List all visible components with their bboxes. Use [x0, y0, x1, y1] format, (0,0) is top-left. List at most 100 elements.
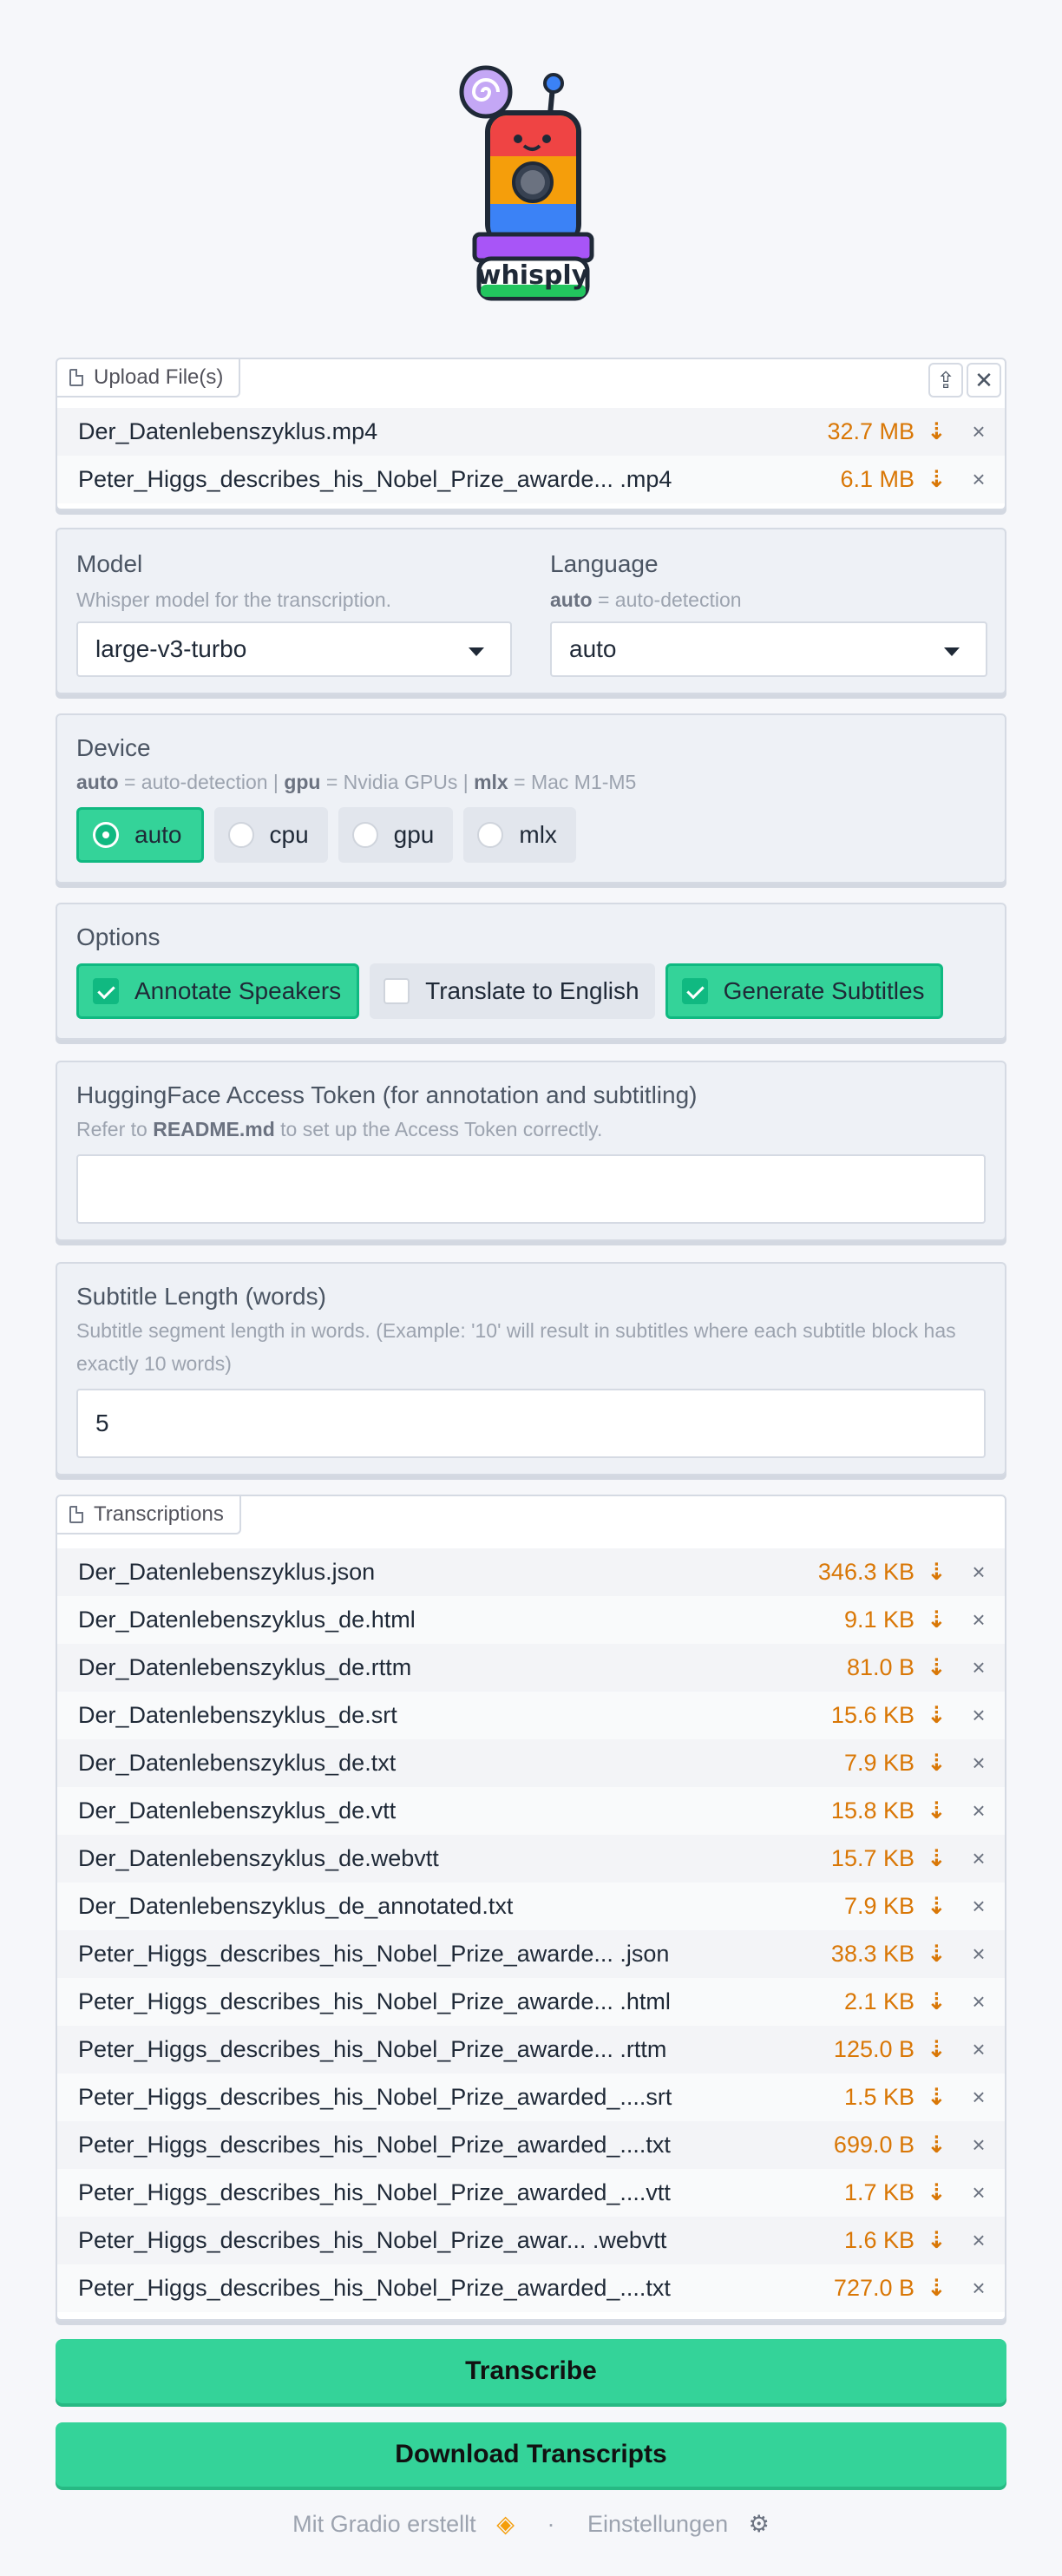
device-radio-auto[interactable]: auto: [76, 807, 204, 863]
file-row[interactable]: Peter_Higgs_describes_his_Nobel_Prize_aw…: [57, 456, 1005, 503]
file-name[interactable]: Der_Datenlebenszyklus_de.rttm: [78, 1654, 847, 1681]
remove-icon[interactable]: ×: [970, 2275, 987, 2302]
file-row[interactable]: Der_Datenlebenszyklus_de.srt 15.6 KB ⇣ ×: [57, 1692, 1005, 1739]
file-row[interactable]: Der_Datenlebenszyklus_de.html 9.1 KB ⇣ ×: [57, 1596, 1005, 1644]
checkbox-generate-subtitles[interactable]: Generate Subtitles: [665, 963, 943, 1019]
file-name[interactable]: Der_Datenlebenszyklus.json: [78, 1559, 818, 1586]
model-dropdown[interactable]: large-v3-turbo: [76, 621, 512, 677]
transcribe-button[interactable]: Transcribe: [56, 2339, 1006, 2403]
file-name[interactable]: Der_Datenlebenszyklus.mp4: [78, 418, 827, 445]
file-row[interactable]: Peter_Higgs_describes_his_Nobel_Prize_aw…: [57, 2169, 1005, 2217]
device-radio-mlx[interactable]: mlx: [463, 807, 576, 863]
file-row[interactable]: Der_Datenlebenszyklus_de_annotated.txt 7.…: [57, 1883, 1005, 1930]
download-icon[interactable]: ⇣: [927, 1559, 947, 1586]
gradio-link[interactable]: Mit Gradio erstellt ◈: [285, 2511, 521, 2537]
download-icon[interactable]: ⇣: [927, 418, 947, 445]
file-row[interactable]: Peter_Higgs_describes_his_Nobel_Prize_aw…: [57, 1930, 1005, 1978]
file-name[interactable]: Peter_Higgs_describes_his_Nobel_Prize_aw…: [78, 2275, 834, 2302]
checkbox-translate-to-english[interactable]: Translate to English: [370, 963, 655, 1019]
download-icon[interactable]: ⇣: [927, 1750, 947, 1777]
upload-icon[interactable]: ⇪: [928, 363, 963, 398]
download-icon[interactable]: ⇣: [927, 1845, 947, 1872]
file-name[interactable]: Peter_Higgs_describes_his_Nobel_Prize_aw…: [78, 2084, 844, 2111]
file-name[interactable]: Der_Datenlebenszyklus_de.html: [78, 1607, 844, 1633]
remove-icon[interactable]: ×: [970, 1702, 987, 1729]
file-name[interactable]: Peter_Higgs_describes_his_Nobel_Prize_aw…: [78, 2179, 844, 2206]
download-transcripts-button[interactable]: Download Transcripts: [56, 2422, 1006, 2487]
file-size: 81.0 B: [846, 1654, 914, 1680]
download-icon[interactable]: ⇣: [927, 1893, 947, 1920]
file-name[interactable]: Der_Datenlebenszyklus_de.webvtt: [78, 1845, 831, 1872]
download-icon[interactable]: ⇣: [927, 1941, 947, 1968]
file-row[interactable]: Der_Datenlebenszyklus_de.webvtt 15.7 KB ⇣ ×: [57, 1835, 1005, 1883]
file-row[interactable]: Der_Datenlebenszyklus_de.rttm 81.0 B ⇣ ×: [57, 1644, 1005, 1692]
file-name[interactable]: Peter_Higgs_describes_his_Nobel_Prize_aw…: [78, 2227, 844, 2254]
settings-link[interactable]: Einstellungen ⚙: [580, 2511, 777, 2537]
file-name[interactable]: Peter_Higgs_describes_his_Nobel_Prize_aw…: [78, 1988, 844, 2015]
remove-icon[interactable]: ×: [970, 1893, 987, 1920]
download-icon[interactable]: ⇣: [927, 2132, 947, 2159]
remove-icon[interactable]: ×: [970, 1845, 987, 1872]
device-radio-cpu[interactable]: cpu: [213, 807, 328, 863]
file-row[interactable]: Peter_Higgs_describes_his_Nobel_Prize_aw…: [57, 2073, 1005, 2121]
checkbox-annotate-speakers[interactable]: Annotate Speakers: [76, 963, 360, 1019]
file-row[interactable]: Peter_Higgs_describes_his_Nobel_Prize_aw…: [57, 2121, 1005, 2169]
file-row[interactable]: Der_Datenlebenszyklus_de.txt 7.9 KB ⇣ ×: [57, 1739, 1005, 1787]
remove-icon[interactable]: ×: [970, 418, 987, 445]
file-name[interactable]: Der_Datenlebenszyklus_de_annotated.txt: [78, 1893, 844, 1920]
file-name[interactable]: Der_Datenlebenszyklus_de.srt: [78, 1702, 831, 1729]
remove-icon[interactable]: ×: [970, 2227, 987, 2254]
file-row[interactable]: Peter_Higgs_describes_his_Nobel_Prize_aw…: [57, 2264, 1005, 2312]
file-size: 125.0 B: [833, 2036, 914, 2062]
file-row[interactable]: Der_Datenlebenszyklus.json 346.3 KB ⇣ ×: [57, 1548, 1005, 1596]
checkbox-label: Generate Subtitles: [723, 977, 925, 1004]
download-icon[interactable]: ⇣: [927, 2275, 947, 2302]
device-block: Device auto = auto-detection | gpu = Nvi…: [56, 713, 1006, 884]
file-row[interactable]: Der_Datenlebenszyklus_de.vtt 15.8 KB ⇣ ×: [57, 1787, 1005, 1835]
file-row[interactable]: Peter_Higgs_describes_his_Nobel_Prize_aw…: [57, 1978, 1005, 2026]
download-icon[interactable]: ⇣: [927, 466, 947, 493]
file-name[interactable]: Peter_Higgs_describes_his_Nobel_Prize_aw…: [78, 1941, 831, 1968]
clear-icon[interactable]: ✕: [967, 363, 1001, 398]
remove-icon[interactable]: ×: [970, 466, 987, 493]
file-row[interactable]: Peter_Higgs_describes_his_Nobel_Prize_aw…: [57, 2026, 1005, 2073]
file-row[interactable]: Der_Datenlebenszyklus.mp4 32.7 MB ⇣ ×: [57, 408, 1005, 456]
download-icon[interactable]: ⇣: [927, 2084, 947, 2111]
remove-icon[interactable]: ×: [970, 2084, 987, 2111]
remove-icon[interactable]: ×: [970, 2132, 987, 2159]
download-icon[interactable]: ⇣: [927, 1607, 947, 1633]
file-row[interactable]: Peter_Higgs_describes_his_Nobel_Prize_aw…: [57, 2217, 1005, 2264]
file-name[interactable]: Peter_Higgs_describes_his_Nobel_Prize_aw…: [78, 466, 840, 493]
transcriptions-component: Transcriptions Der_Datenlebenszyklus.jso…: [56, 1495, 1006, 2321]
remove-icon[interactable]: ×: [970, 1607, 987, 1633]
radio-label: mlx: [519, 821, 557, 848]
subtitle-length-input[interactable]: 5: [76, 1389, 986, 1458]
download-icon[interactable]: ⇣: [927, 1702, 947, 1729]
download-icon[interactable]: ⇣: [927, 1654, 947, 1681]
file-name[interactable]: Peter_Higgs_describes_his_Nobel_Prize_aw…: [78, 2132, 834, 2159]
device-radio-gpu[interactable]: gpu: [338, 807, 454, 863]
remove-icon[interactable]: ×: [970, 1988, 987, 2015]
file-name[interactable]: Der_Datenlebenszyklus_de.vtt: [78, 1797, 831, 1824]
download-icon[interactable]: ⇣: [927, 1988, 947, 2015]
download-icon[interactable]: ⇣: [927, 1797, 947, 1824]
upload-file-component[interactable]: Upload File(s) ⇪ ✕ Der_Datenlebenszyklus…: [56, 358, 1006, 510]
remove-icon[interactable]: ×: [970, 2179, 987, 2206]
remove-icon[interactable]: ×: [970, 1750, 987, 1777]
download-icon[interactable]: ⇣: [927, 2179, 947, 2206]
token-block: HuggingFace Access Token (for annotation…: [56, 1061, 1006, 1241]
remove-icon[interactable]: ×: [970, 1797, 987, 1824]
file-name[interactable]: Peter_Higgs_describes_his_Nobel_Prize_aw…: [78, 2036, 834, 2063]
checkbox-label: Annotate Speakers: [134, 977, 342, 1004]
radio-label: auto: [134, 821, 182, 848]
language-dropdown[interactable]: auto: [550, 621, 987, 677]
download-icon[interactable]: ⇣: [927, 2227, 947, 2254]
file-name[interactable]: Der_Datenlebenszyklus_de.txt: [78, 1750, 844, 1777]
remove-icon[interactable]: ×: [970, 1559, 987, 1586]
download-icon[interactable]: ⇣: [927, 2036, 947, 2063]
remove-icon[interactable]: ×: [970, 2036, 987, 2063]
token-input[interactable]: [76, 1154, 986, 1224]
remove-icon[interactable]: ×: [970, 1654, 987, 1681]
file-size: 2.1 KB: [843, 1988, 914, 2014]
remove-icon[interactable]: ×: [970, 1941, 987, 1968]
